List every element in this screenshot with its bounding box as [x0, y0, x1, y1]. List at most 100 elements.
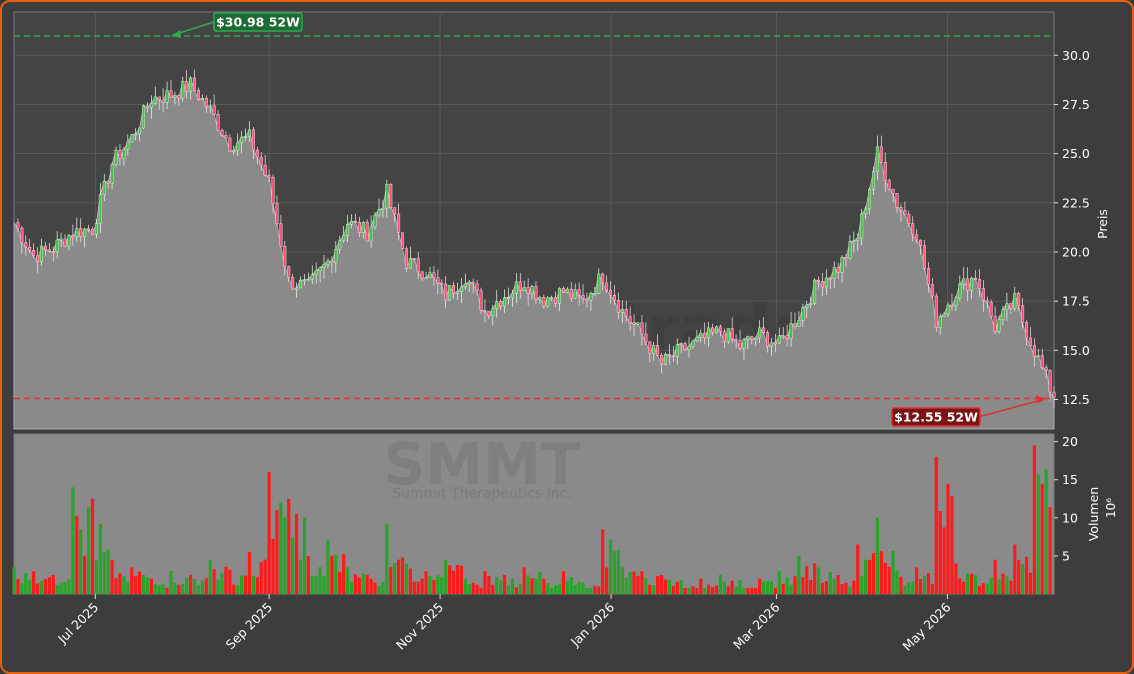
volume-bar-down: [118, 573, 122, 594]
volume-bar-up: [769, 581, 774, 594]
volume-bar-up: [322, 576, 326, 594]
volume-bar-up: [703, 587, 707, 594]
candle-up: [954, 297, 958, 306]
volume-bar-down: [479, 587, 483, 594]
volume-bar-down: [813, 563, 817, 594]
candle-down: [24, 242, 28, 248]
volume-bar-down: [954, 563, 958, 594]
candle-down: [432, 272, 436, 278]
candle-down: [785, 335, 789, 339]
candle-down: [401, 232, 405, 249]
volume-bar-up: [761, 581, 766, 594]
candle-up: [236, 142, 240, 151]
volume-bar-down: [342, 554, 346, 594]
volume-bar-down: [267, 472, 271, 594]
volume-bar-up: [24, 573, 28, 594]
volume-bar-up: [997, 579, 1001, 594]
volume-bar-up: [518, 583, 522, 594]
volume-bar-down: [899, 576, 903, 594]
candle-up: [153, 96, 157, 104]
volume-bar-down: [820, 582, 825, 594]
candle-up: [314, 270, 318, 275]
volume-bar-down: [695, 587, 699, 594]
volume-bar-down: [773, 587, 777, 594]
volume-bar-down: [451, 570, 456, 594]
volume-bar-up: [173, 583, 177, 594]
candle-up: [98, 194, 102, 224]
candle-up: [295, 287, 299, 290]
volume-bar-down: [1017, 560, 1021, 594]
candle-up: [514, 281, 518, 294]
volume-bar-down: [852, 580, 856, 594]
candle-down: [161, 99, 165, 103]
volume-axis-unit: 10⁶: [1104, 498, 1118, 518]
volume-bar-up: [200, 580, 204, 594]
candle-down: [518, 281, 522, 291]
volume-bar-down: [232, 584, 236, 594]
volume-bar-up: [192, 578, 197, 594]
candle-up: [244, 136, 248, 138]
volume-bar-up: [765, 581, 770, 594]
volume-bar-down: [824, 581, 828, 594]
candle-up: [110, 164, 114, 184]
candle-up: [385, 184, 389, 209]
candle-up: [369, 226, 373, 242]
volume-bar-up: [573, 585, 577, 594]
volume-bar-down: [400, 557, 405, 594]
candle-down: [20, 227, 24, 243]
volume-bar-up: [895, 571, 899, 594]
candle-up: [840, 256, 844, 273]
volume-bar-down: [938, 510, 942, 594]
low-52w-annotation-label: $12.55 52W: [894, 410, 978, 425]
candle-down: [51, 250, 55, 253]
volume-bar-up: [67, 579, 71, 594]
candle-up: [126, 141, 130, 150]
candle-down: [934, 295, 938, 329]
candle-up: [334, 248, 338, 263]
candle-up: [322, 264, 326, 268]
price-tick-label: 25.0: [1062, 146, 1090, 161]
candle-down: [177, 95, 181, 99]
volume-bar-down: [683, 587, 687, 594]
candle-down: [106, 180, 110, 184]
volume-bar-up: [903, 585, 907, 594]
candle-down: [87, 228, 91, 231]
candle-up: [875, 146, 879, 172]
volume-bar-up: [499, 580, 503, 594]
candle-down: [534, 286, 538, 300]
candle-down: [903, 210, 907, 215]
volume-bar-up: [122, 576, 126, 594]
volume-bar-up: [738, 580, 742, 594]
volume-bar-down: [707, 584, 711, 594]
volume-bar-up: [907, 582, 911, 594]
volume-bar-down: [1048, 507, 1052, 594]
volume-bar-up: [612, 551, 617, 594]
candle-up: [871, 171, 875, 190]
candle-up: [428, 272, 432, 278]
volume-bar-down: [750, 587, 754, 594]
volume-bar-up: [1005, 575, 1009, 594]
volume-bar-down: [930, 583, 934, 594]
candle-down: [766, 332, 770, 347]
candle-down: [228, 137, 232, 152]
volume-bar-down: [1040, 483, 1044, 594]
candle-up: [958, 283, 962, 299]
candle-up: [848, 241, 852, 259]
volume-bar-up: [644, 578, 648, 594]
candle-up: [789, 323, 793, 339]
volume-bar-up: [608, 539, 613, 594]
candle-down: [444, 283, 448, 301]
volume-bar-down: [189, 574, 193, 594]
candle-down: [212, 105, 216, 115]
candle-down: [404, 248, 408, 269]
candle-down: [711, 327, 715, 333]
volume-bar-up: [98, 523, 102, 594]
volume-bar-down: [412, 581, 416, 594]
volume-bar-up: [302, 517, 307, 594]
candle-down: [1017, 293, 1021, 306]
candle-down: [1040, 355, 1044, 368]
candle-down: [263, 164, 267, 176]
volume-bar-up: [436, 575, 440, 594]
candle-up: [39, 245, 43, 262]
volume-bar-down: [710, 587, 715, 594]
